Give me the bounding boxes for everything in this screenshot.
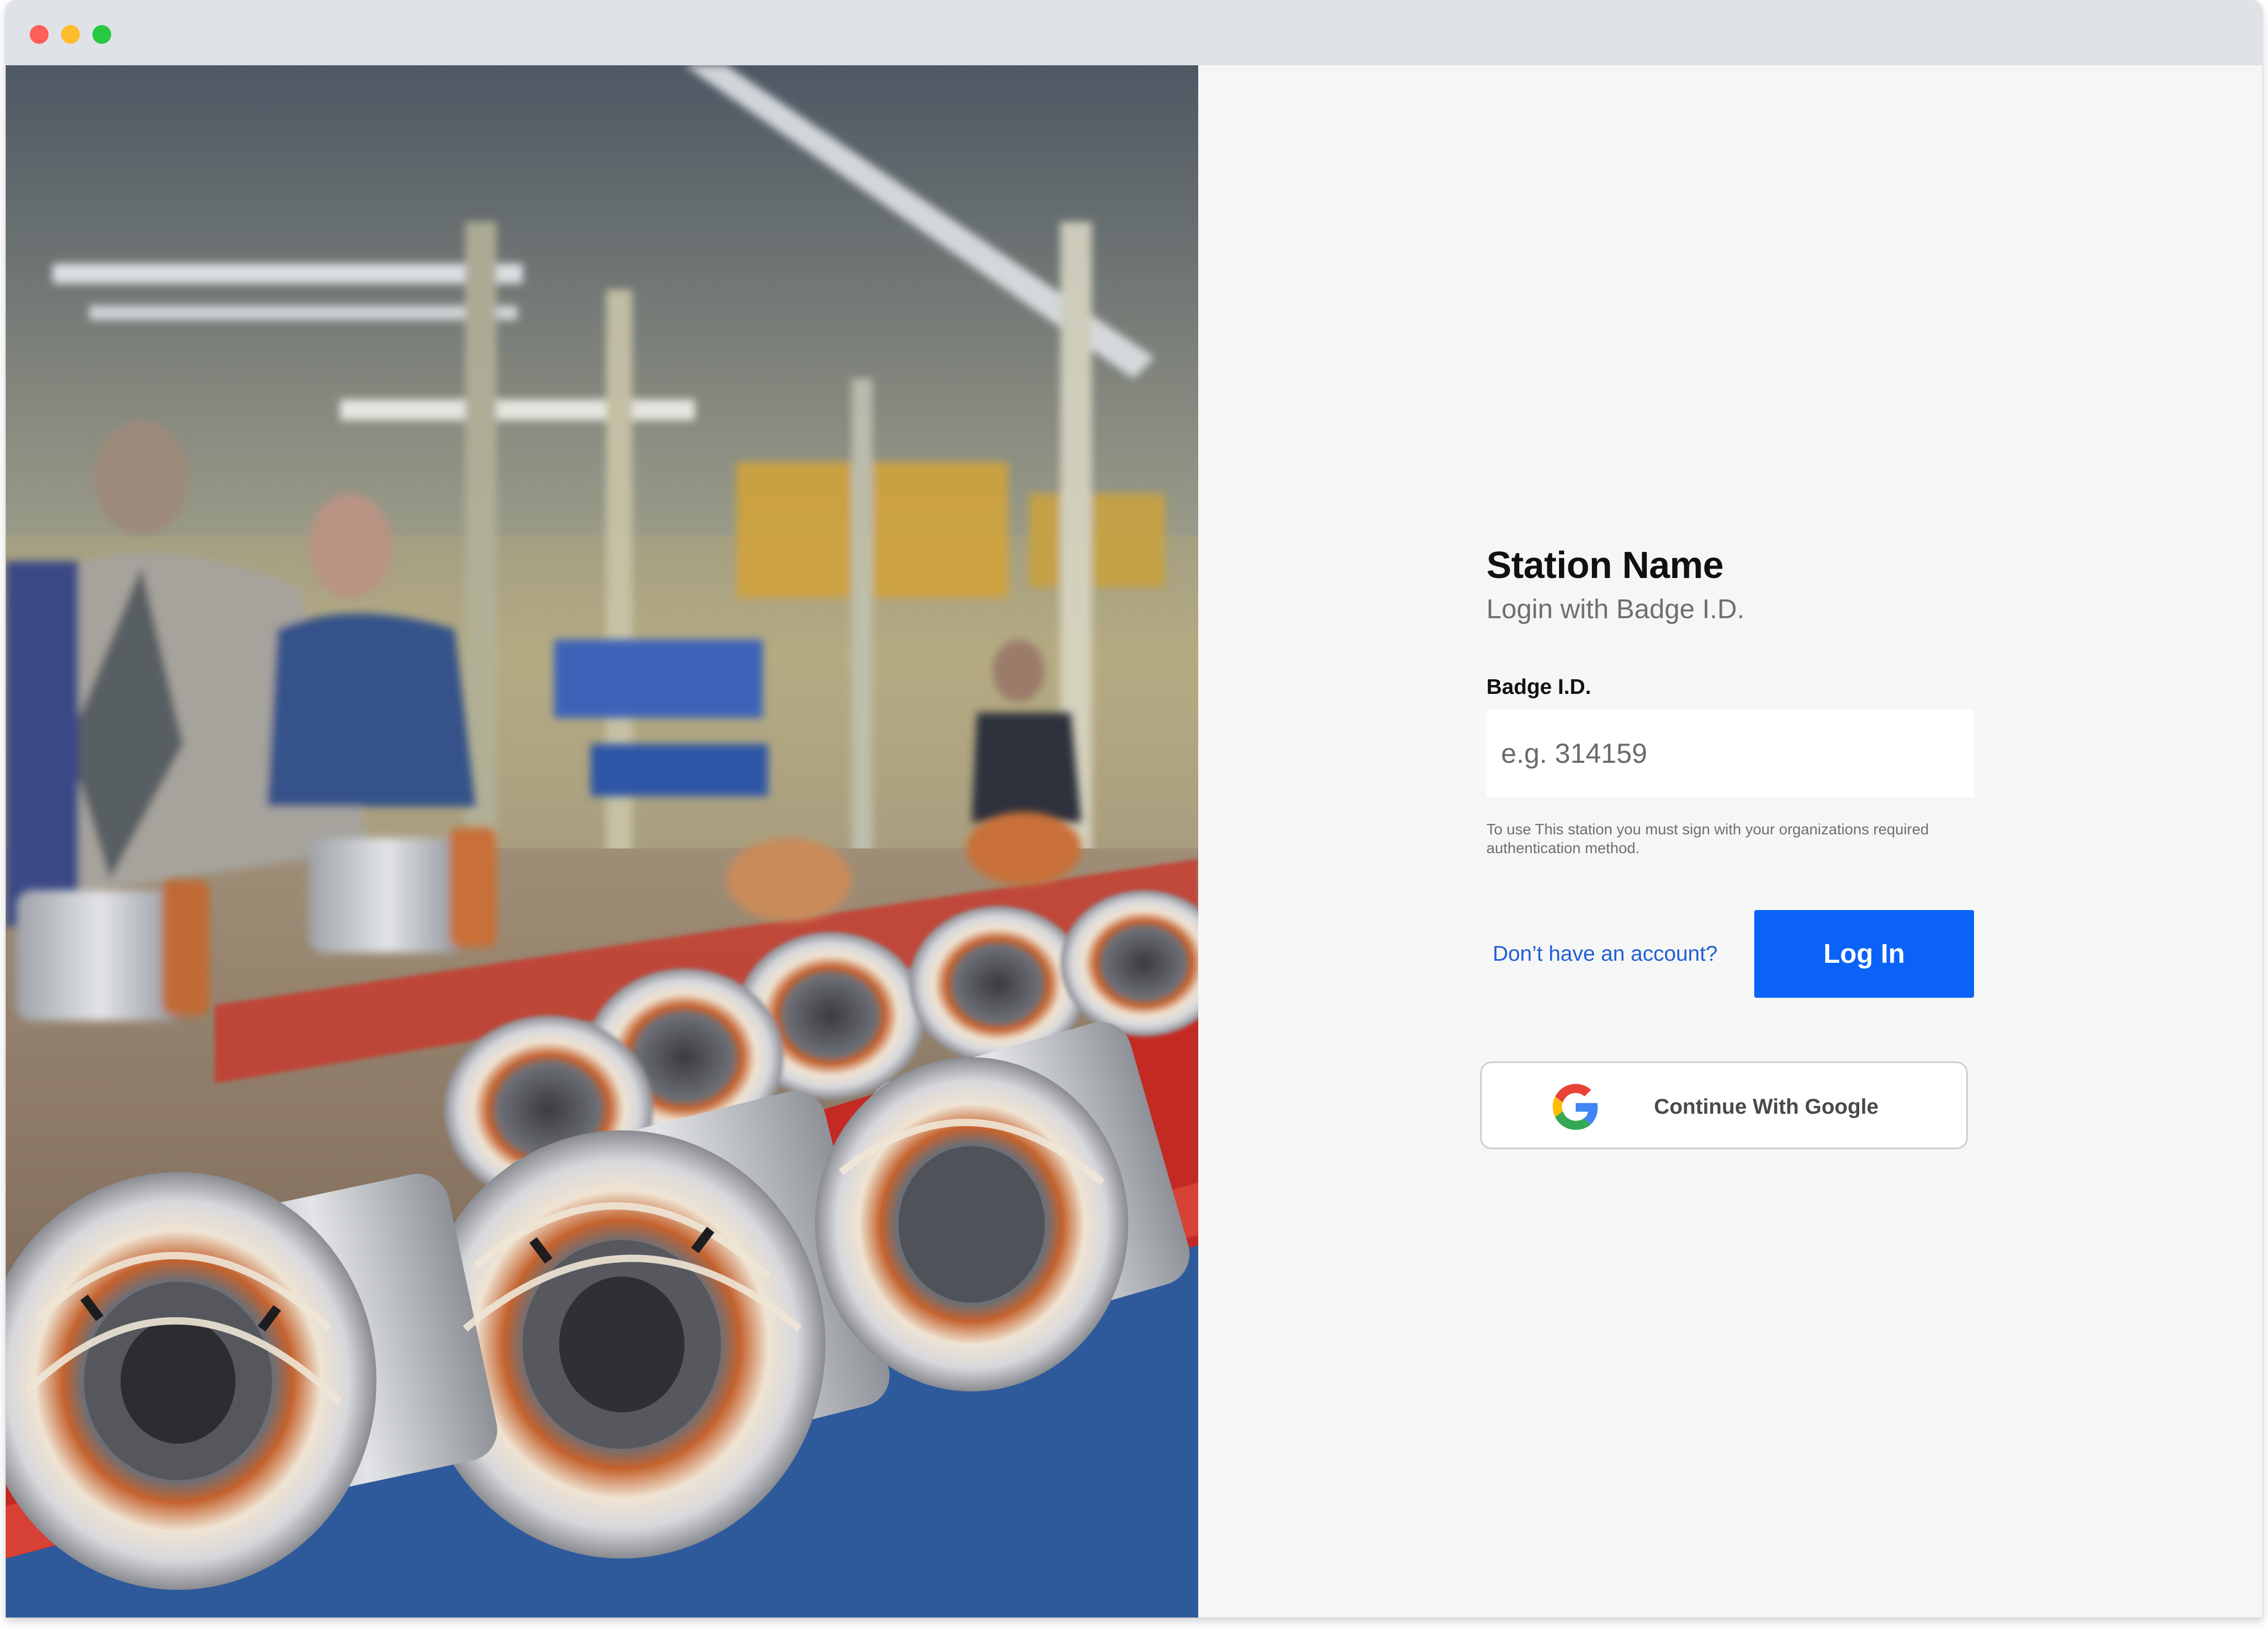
signup-link[interactable]: Don’t have an account? <box>1493 940 1718 966</box>
window-titlebar <box>6 0 2262 65</box>
continue-with-google-button[interactable]: Continue With Google <box>1480 1061 1968 1149</box>
factory-illustration <box>6 65 1198 1618</box>
login-actions: Don’t have an account? Log In <box>1486 910 1974 998</box>
factory-hero-image <box>6 65 1198 1618</box>
station-name-title: Station Name <box>1486 545 1724 586</box>
google-icon <box>1553 1084 1598 1130</box>
close-window-button[interactable] <box>30 25 49 44</box>
app-window: Station Name Login with Badge I.D. Badge… <box>6 0 2262 1618</box>
login-subtitle: Login with Badge I.D. <box>1486 594 1745 624</box>
login-panel: Station Name Login with Badge I.D. Badge… <box>1198 65 2262 1618</box>
google-button-label: Continue With Google <box>1654 1094 1879 1118</box>
maximize-window-button[interactable] <box>92 25 111 44</box>
minimize-window-button[interactable] <box>61 25 80 44</box>
badge-id-input[interactable] <box>1486 710 1974 797</box>
login-form: Station Name Login with Badge I.D. Badge… <box>1480 543 1974 1149</box>
badge-id-label: Badge I.D. <box>1486 675 1591 699</box>
authentication-hint: To use This station you must sign with y… <box>1486 821 1929 857</box>
login-button[interactable]: Log In <box>1754 910 1974 998</box>
